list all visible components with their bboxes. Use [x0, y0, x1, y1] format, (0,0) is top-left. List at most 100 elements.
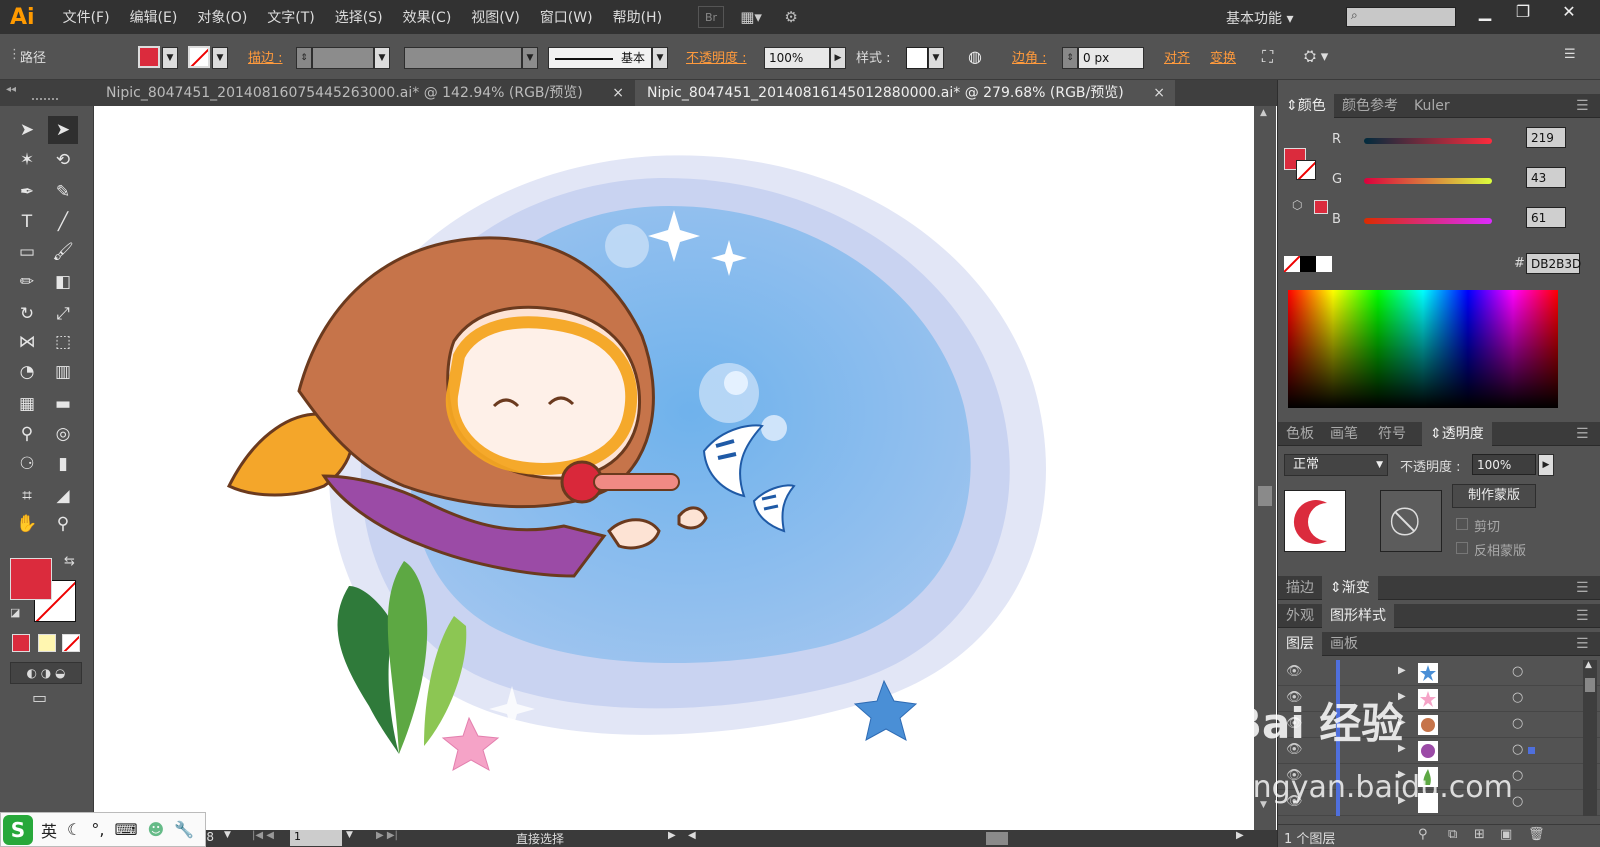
target-circle-icon[interactable]: ○ [1512, 794, 1523, 809]
drawing-modes-icon[interactable]: ◐ ◑ ◒ [10, 662, 82, 684]
delete-layer-icon[interactable]: 🗑 [1528, 827, 1545, 842]
stroke-weight-field[interactable] [312, 47, 374, 69]
gamut-color-swatch[interactable] [1314, 200, 1328, 214]
style-dropdown-icon[interactable]: ▼ [928, 47, 944, 69]
corner-stepper[interactable]: ⇕ [1062, 47, 1078, 69]
color-spectrum[interactable] [1288, 290, 1558, 408]
hand-tool-icon[interactable]: ✋ [12, 510, 42, 538]
sogou-logo-icon[interactable]: S [3, 814, 33, 845]
stroke-weight-stepper[interactable]: ⇕ [296, 47, 312, 69]
corner-label[interactable]: 边角 : [1012, 47, 1047, 69]
rectangle-tool-icon[interactable]: ▭ [12, 238, 42, 266]
out-of-gamut-icon[interactable]: ⬡ [1292, 198, 1302, 212]
screen-mode-icon[interactable]: ▭ [32, 688, 47, 707]
panel-menu-icon[interactable]: ☰ [1568, 576, 1597, 600]
lasso-tool-icon[interactable]: ⟲ [48, 146, 78, 174]
pencil-tool-icon[interactable]: ✏ [12, 268, 42, 296]
menu-file[interactable]: 文件(F) [53, 7, 120, 27]
direct-selection-tool-icon[interactable]: ➤ [48, 116, 78, 144]
width-tool-icon[interactable]: ⋈ [12, 328, 42, 356]
black-color-icon[interactable] [1300, 256, 1316, 272]
invert-mask-checkbox[interactable] [1456, 542, 1468, 554]
transparency-opacity-field[interactable]: 100% [1472, 454, 1536, 475]
eyedropper-tool-icon[interactable]: ⚲ [12, 420, 42, 448]
close-tab-icon[interactable]: × [612, 80, 624, 106]
variable-width-field[interactable] [404, 47, 522, 69]
tab-color[interactable]: ⇕颜色 [1278, 94, 1334, 118]
keyboard-icon[interactable]: ⌨ [114, 820, 137, 839]
menu-edit[interactable]: 编辑(E) [120, 7, 188, 27]
graphic-style-swatch[interactable] [906, 47, 928, 69]
tab-document-1[interactable]: Nipic_8047451_20140816075445263000.ai* @… [94, 80, 634, 106]
target-circle-icon[interactable]: ○ [1512, 664, 1523, 679]
status-menu-icon[interactable]: ▶ [668, 830, 676, 841]
zoom-dropdown-icon[interactable]: ▼ [224, 830, 231, 840]
new-sublayer-icon[interactable]: ⊞ [1474, 827, 1485, 842]
visibility-eye-icon[interactable]: 👁 [1286, 664, 1303, 679]
tab-swatches[interactable]: 色板 [1278, 422, 1322, 446]
symbol-sprayer-tool-icon[interactable]: ⚆ [12, 450, 42, 478]
locate-object-icon[interactable]: ⚲ [1418, 827, 1428, 842]
menu-help[interactable]: 帮助(H) [603, 7, 672, 27]
ime-language-toggle[interactable]: 英 [41, 818, 57, 842]
scroll-up-icon[interactable]: ▲ [1260, 108, 1267, 118]
artboard-tool-icon[interactable]: ⌗ [12, 482, 42, 510]
bridge-button[interactable]: Br [698, 6, 725, 28]
r-slider[interactable] [1364, 138, 1492, 144]
b-slider[interactable] [1364, 218, 1492, 224]
rotate-tool-icon[interactable]: ↻ [12, 300, 42, 328]
r-value[interactable]: 219 [1526, 127, 1566, 148]
blend-tool-icon[interactable]: ◎ [48, 420, 78, 448]
scroll-left-icon[interactable]: ◀ [688, 830, 696, 841]
variable-width-dropdown-icon[interactable]: ▼ [522, 47, 538, 69]
gradient-mode-icon[interactable] [38, 634, 56, 652]
b-value[interactable]: 61 [1526, 207, 1566, 228]
gradient-tool-icon[interactable]: ▬ [48, 390, 78, 418]
perspective-grid-tool-icon[interactable]: ▥ [48, 358, 78, 386]
shape-builder-tool-icon[interactable]: ◔ [12, 358, 42, 386]
target-circle-icon[interactable]: ○ [1512, 768, 1523, 783]
isolate-selected-icon[interactable]: ⛶ [1262, 47, 1273, 69]
workspace-switcher[interactable]: 基本功能 ▾ [1226, 8, 1293, 28]
new-layer-icon[interactable]: ▣ [1500, 827, 1512, 842]
tab-appearance[interactable]: 外观 [1278, 604, 1322, 628]
align-link[interactable]: 对齐 [1164, 47, 1190, 69]
tab-symbols[interactable]: 符号 [1370, 422, 1414, 446]
tab-color-guide[interactable]: 颜色参考 [1334, 94, 1406, 118]
transform-link[interactable]: 变换 [1210, 47, 1236, 69]
opacity-field[interactable]: 100% [764, 47, 830, 69]
opacity-arrow-icon[interactable]: ▶ [830, 47, 846, 69]
punctuation-icon[interactable]: °, [91, 820, 104, 839]
menu-view[interactable]: 视图(V) [461, 7, 530, 27]
selected-art-indicator[interactable] [1528, 747, 1535, 754]
fill-dropdown-icon[interactable]: ▼ [162, 47, 178, 69]
panel-menu-icon[interactable]: ☰ [1568, 604, 1597, 628]
stroke-label[interactable]: 描边 : [248, 47, 283, 69]
tab-transparency[interactable]: ⇕透明度 [1422, 422, 1492, 446]
tab-gradient[interactable]: ⇕渐变 [1322, 576, 1378, 600]
white-color-icon[interactable] [1316, 256, 1332, 272]
clip-checkbox[interactable] [1456, 518, 1468, 530]
g-value[interactable]: 43 [1526, 167, 1566, 188]
artboard-number-field[interactable]: 1 [290, 830, 342, 846]
artboard-canvas[interactable] [94, 106, 1277, 830]
curvature-tool-icon[interactable]: ✎ [48, 178, 78, 206]
slice-tool-icon[interactable]: ◢ [48, 482, 78, 510]
fill-swatch[interactable] [138, 46, 160, 68]
eraser-tool-icon[interactable]: ◧ [48, 268, 78, 296]
target-circle-icon[interactable]: ○ [1512, 690, 1523, 705]
gpu-performance-icon[interactable]: ⚙ [778, 6, 804, 28]
tab-graphic-styles[interactable]: 图形样式 [1322, 604, 1394, 628]
first-artboard-icon[interactable]: |◀ ◀ [252, 830, 274, 841]
scale-tool-icon[interactable]: ⤢ [48, 300, 78, 328]
tab-kuler[interactable]: Kuler [1406, 94, 1458, 118]
artboard-dropdown-icon[interactable]: ▼ [346, 830, 353, 840]
paintbrush-tool-icon[interactable]: 🖌 [48, 238, 78, 266]
panel-menu-icon[interactable]: ☰ [1568, 632, 1597, 656]
blend-mode-select[interactable]: 正常 ▼ [1284, 454, 1388, 476]
none-mode-icon[interactable] [62, 634, 80, 652]
corner-field[interactable]: 0 px [1078, 47, 1144, 69]
scroll-thumb[interactable] [1258, 486, 1272, 506]
tab-artboards[interactable]: 画板 [1322, 632, 1366, 656]
object-thumbnail[interactable] [1284, 490, 1346, 552]
